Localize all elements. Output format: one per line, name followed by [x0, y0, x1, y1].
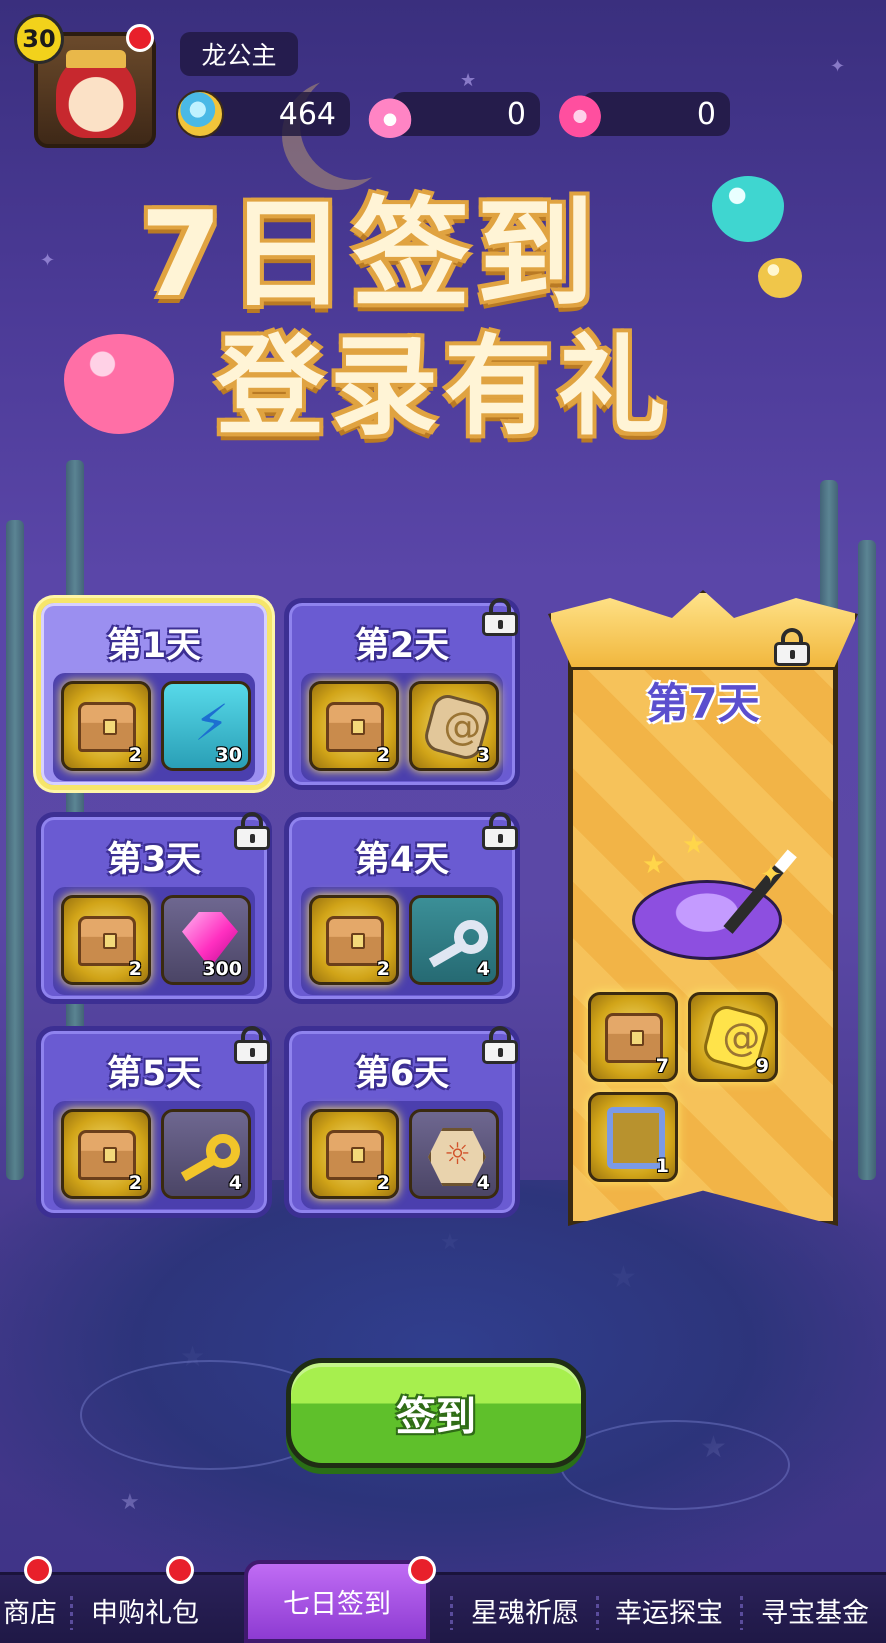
reward-count: 1	[655, 1155, 669, 1177]
reward-slot[interactable]: 4	[409, 1109, 499, 1199]
lock-icon	[234, 1026, 270, 1064]
reward-row: 2 4	[53, 1101, 255, 1209]
pink-heart-gem-icon	[556, 90, 604, 138]
notification-dot	[24, 1556, 52, 1584]
reward-count: 4	[476, 1172, 490, 1194]
tab-star-soul-wish[interactable]: 星魂祈愿	[460, 1585, 590, 1635]
star-decoration: ✦	[40, 250, 56, 271]
reward-slot[interactable]: ⚡ 30	[161, 681, 251, 771]
reward-row: 2 3	[301, 673, 503, 781]
tab-divider	[450, 1596, 453, 1630]
event-title-line2: 登录有礼	[216, 325, 673, 450]
treasure-chest-icon	[78, 1130, 136, 1180]
bamboo-decoration	[6, 520, 24, 1180]
reward-count: 4	[228, 1172, 242, 1194]
pink-flame-icon	[366, 90, 414, 138]
treasure-chest-icon	[326, 1130, 384, 1180]
reward-row: 2 300	[53, 887, 255, 995]
lock-icon	[482, 598, 518, 636]
reward-slot[interactable]: 2	[309, 895, 399, 985]
lock-icon	[482, 812, 518, 850]
resource-value: 0	[696, 96, 716, 132]
diamond-coin-icon	[176, 90, 224, 138]
tab-divider	[740, 1596, 743, 1630]
magic-hat-icon[interactable]: ★ ★ ✦	[632, 830, 797, 960]
tab-treasure-fund[interactable]: 寻宝基金	[748, 1585, 882, 1635]
resource-bar-heart[interactable]: 0	[582, 92, 730, 136]
yellow-heart-balloon-icon	[758, 258, 802, 298]
reward-count: 2	[128, 744, 142, 766]
reward-slot[interactable]: 2	[61, 1109, 151, 1199]
reward-row: 2 4	[301, 887, 503, 995]
day7-crest-decoration	[548, 590, 858, 670]
reward-count: 30	[215, 744, 242, 766]
notification-dot	[408, 1556, 436, 1584]
treasure-chest-icon	[78, 702, 136, 752]
water-ripple	[560, 1420, 790, 1510]
day-card-1[interactable]: 第1天 2 ⚡ 30	[36, 598, 272, 790]
reward-slot[interactable]: 2	[61, 681, 151, 771]
seven-day-signin-screen: ★ ✦ ✦ ★ ★ ★ ★ ★ 30 龙公主 464 0 0 7日签到 登录有礼…	[0, 0, 886, 1643]
reward-slot[interactable]: 2	[61, 895, 151, 985]
tab-seven-day-signin[interactable]: 七日签到	[244, 1560, 430, 1643]
reward-count: 2	[376, 744, 390, 766]
reward-count: 2	[376, 1172, 390, 1194]
reward-count: 2	[128, 1172, 142, 1194]
treasure-chest-icon	[78, 916, 136, 966]
reward-slot[interactable]: 9	[688, 992, 778, 1082]
reward-slot[interactable]: 300	[161, 895, 251, 985]
crown-icon	[66, 50, 126, 68]
treasure-chest-icon	[326, 702, 384, 752]
star-decoration: ★	[460, 70, 477, 91]
reward-slot[interactable]: 3	[409, 681, 499, 771]
sign-in-button[interactable]: 签到	[286, 1358, 586, 1468]
reward-row: 2 ⚡ 30	[53, 673, 255, 781]
reward-row: 2 4	[301, 1101, 503, 1209]
notification-dot	[126, 24, 154, 52]
day-label: 第1天	[106, 626, 202, 666]
player-avatar[interactable]: 30	[14, 14, 158, 148]
resource-value: 464	[278, 96, 336, 132]
tab-divider	[70, 1596, 73, 1630]
reward-count: 7	[655, 1055, 669, 1077]
tab-divider	[596, 1596, 599, 1630]
pink-heart-balloon-icon	[64, 334, 174, 434]
resource-bar-flame[interactable]: 0	[392, 92, 540, 136]
tab-shop[interactable]: 商店	[0, 1585, 60, 1635]
treasure-chest-icon	[605, 1013, 663, 1063]
teal-heart-balloon-icon	[712, 176, 784, 242]
reward-count: 300	[202, 958, 242, 980]
reward-slot[interactable]: 2	[309, 681, 399, 771]
notification-dot	[166, 1556, 194, 1584]
reward-slot[interactable]: 2	[309, 1109, 399, 1199]
player-level-badge: 30	[14, 14, 64, 64]
reward-slot[interactable]: 1	[588, 1092, 678, 1182]
reward-count: 2	[128, 958, 142, 980]
reward-count: 4	[476, 958, 490, 980]
player-name: 龙公主	[180, 32, 298, 76]
reward-count: 3	[476, 744, 490, 766]
day-label: 第7天	[646, 679, 760, 728]
star-decoration: ✦	[830, 56, 846, 77]
bamboo-decoration	[858, 540, 876, 1180]
lock-icon	[482, 1026, 518, 1064]
reward-slot[interactable]: 4	[161, 1109, 251, 1199]
day-card-7[interactable]: 第7天 ★ ★ ✦ 7 9 1	[548, 590, 858, 1236]
tab-purchase-pack[interactable]: 申购礼包	[80, 1585, 210, 1635]
reward-slot[interactable]: 7	[588, 992, 678, 1082]
reward-count: 9	[755, 1055, 769, 1077]
treasure-chest-icon	[326, 916, 384, 966]
lock-icon	[234, 812, 270, 850]
reward-count: 2	[376, 958, 390, 980]
tab-lucky-treasure[interactable]: 幸运探宝	[604, 1585, 734, 1635]
lock-icon	[774, 628, 810, 666]
reward-slot[interactable]: 4	[409, 895, 499, 985]
resource-value: 0	[506, 96, 526, 132]
